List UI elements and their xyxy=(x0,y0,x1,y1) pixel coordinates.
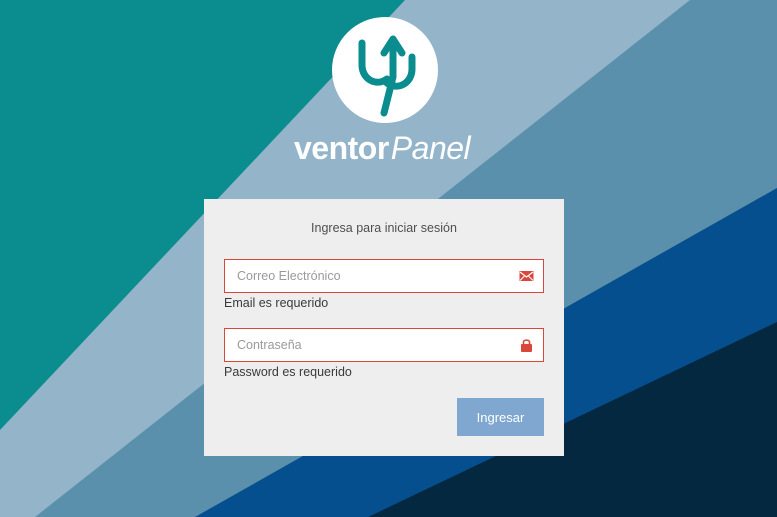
password-field[interactable] xyxy=(224,328,544,362)
login-card: Ingresa para iniciar sesión Email es req… xyxy=(204,199,564,456)
login-page: ventorPanel Ingresa para iniciar sesión … xyxy=(0,0,777,517)
email-error-message: Email es requerido xyxy=(224,296,329,310)
brand-name-light: Panel xyxy=(390,130,471,166)
login-heading: Ingresa para iniciar sesión xyxy=(311,221,457,235)
envelope-icon xyxy=(519,271,534,281)
email-input[interactable] xyxy=(225,260,519,292)
password-input[interactable] xyxy=(225,329,519,361)
lock-icon xyxy=(521,339,532,352)
brand-name-bold: ventor xyxy=(294,130,389,166)
login-submit-button[interactable]: Ingresar xyxy=(457,398,544,436)
trident-logo-icon xyxy=(332,17,438,123)
email-field[interactable] xyxy=(224,259,544,293)
password-error-message: Password es requerido xyxy=(224,365,352,379)
brand-wordmark: ventorPanel xyxy=(294,128,471,168)
